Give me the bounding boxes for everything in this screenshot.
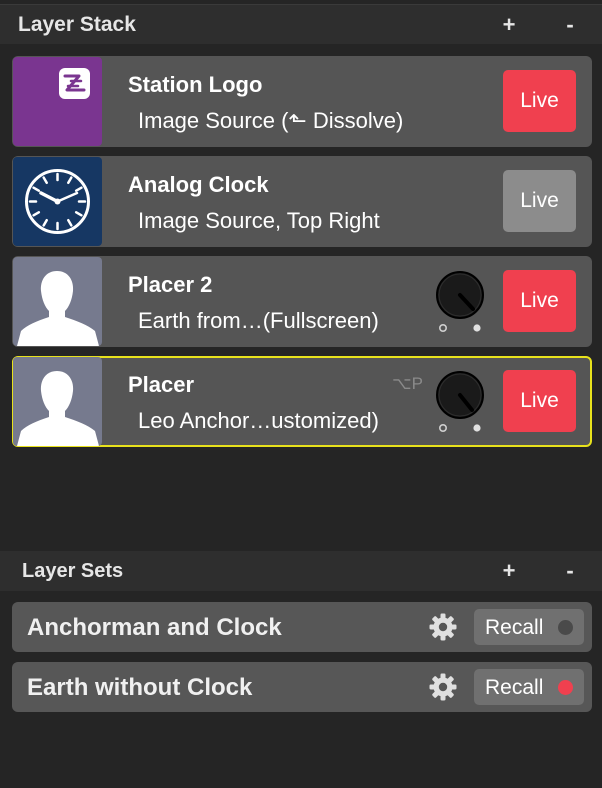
layer-row-station-logo[interactable]: Station Logo Image Source (⬑ Dissolve) L…	[12, 56, 592, 147]
opacity-knob[interactable]	[433, 368, 491, 436]
layer-set-row-earth-without-clock[interactable]: Earth without Clock Recall	[12, 662, 592, 712]
recall-label: Recall	[485, 676, 544, 699]
person-silhouette-icon	[17, 371, 99, 446]
layer-name: Placer 2	[128, 272, 213, 297]
layer-set-name: Earth without Clock	[27, 674, 253, 701]
recall-label: Recall	[485, 616, 544, 639]
gear-icon[interactable]	[428, 612, 458, 642]
layer-source-description: Leo Anchor…ustomized)	[138, 408, 379, 433]
remove-layer-button[interactable]: -	[555, 5, 585, 45]
person-silhouette-icon	[17, 271, 99, 346]
recall-indicator-dot	[558, 620, 573, 635]
gear-icon[interactable]	[428, 672, 458, 702]
layer-name: Analog Clock	[128, 172, 269, 197]
layer-source-description: Image Source (⬑ Dissolve)	[138, 108, 404, 133]
add-layer-button[interactable]: +	[494, 5, 524, 45]
layer-sets-header: Layer Sets + -	[0, 551, 602, 591]
live-button[interactable]: Live	[503, 170, 576, 232]
recall-button[interactable]: Recall	[474, 609, 584, 645]
add-layer-set-button[interactable]: +	[494, 551, 524, 591]
recall-indicator-dot	[558, 680, 573, 695]
layer-row-analog-clock[interactable]: Analog Clock Image Source, Top Right Liv…	[12, 156, 592, 247]
keyboard-shortcut-label: ⌥P	[392, 374, 423, 393]
station-logo-thumbnail	[13, 57, 102, 146]
remove-layer-set-button[interactable]: -	[555, 551, 585, 591]
person-silhouette-thumbnail	[13, 257, 102, 346]
live-button[interactable]: Live	[503, 370, 576, 432]
layer-row-placer-2[interactable]: Placer 2 Earth from…(Fullscreen) Live	[12, 256, 592, 347]
person-silhouette-thumbnail	[13, 357, 102, 446]
live-button[interactable]: Live	[503, 70, 576, 132]
opacity-knob[interactable]	[433, 268, 491, 336]
layer-source-description: Earth from…(Fullscreen)	[138, 308, 379, 333]
layer-sets-title: Layer Sets	[22, 559, 124, 582]
layer-row-placer[interactable]: Placer ⌥P Leo Anchor…ustomized) Live	[12, 356, 592, 447]
recall-button[interactable]: Recall	[474, 669, 584, 705]
live-button[interactable]: Live	[503, 270, 576, 332]
layer-stack-title: Layer Stack	[18, 12, 136, 36]
analog-clock-icon	[25, 169, 90, 234]
analog-clock-thumbnail	[13, 157, 102, 246]
layer-stack-header: Layer Stack + -	[0, 4, 602, 44]
layer-set-row-anchorman-and-clock[interactable]: Anchorman and Clock Recall	[12, 602, 592, 652]
layer-set-name: Anchorman and Clock	[27, 614, 282, 641]
layer-name: Station Logo	[128, 72, 263, 97]
layer-source-description: Image Source, Top Right	[138, 208, 380, 233]
station-logo-icon	[59, 68, 90, 99]
layer-name: Placer	[128, 372, 195, 397]
